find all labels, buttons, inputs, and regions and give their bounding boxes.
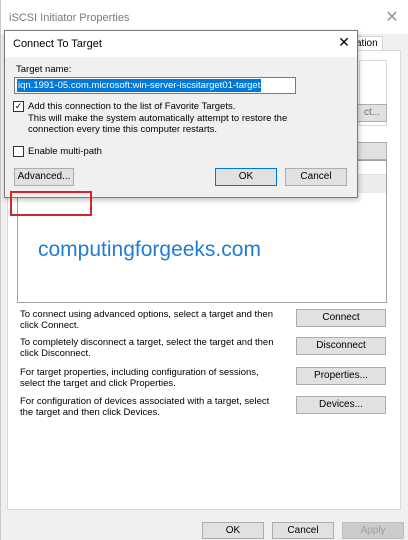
apply-button: Apply (342, 522, 404, 539)
connect-button[interactable]: Connect (296, 309, 386, 327)
advanced-highlight-box (10, 191, 92, 216)
favorite-targets-label: Add this connection to the list of Favor… (28, 101, 236, 112)
devices-description: For configuration of devices associated … (20, 396, 270, 418)
devices-button[interactable]: Devices... (296, 396, 386, 414)
watermark-text: computingforgeeks.com (38, 238, 261, 261)
multipath-checkbox[interactable] (13, 146, 24, 157)
ok-button[interactable]: OK (202, 522, 264, 539)
connect-to-target-dialog: Connect To Target ✕ Target name: iqn.199… (4, 30, 358, 216)
dialog-ok-button[interactable]: OK (215, 168, 277, 186)
cancel-button[interactable]: Cancel (272, 522, 334, 539)
quick-connect-button-partial[interactable]: ct... (357, 104, 387, 122)
advanced-button[interactable]: Advanced... (14, 168, 74, 186)
target-name-label: Target name: (16, 64, 72, 75)
multipath-label: Enable multi-path (28, 146, 102, 157)
parent-window-title: iSCSI Initiator Properties (9, 12, 130, 24)
favorite-targets-description: This will make the system automatically … (28, 113, 288, 135)
properties-description: For target properties, including configu… (20, 367, 259, 389)
disconnect-button[interactable]: Disconnect (296, 337, 386, 355)
target-name-value: iqn.1991-05.com.microsoft:win-server-isc… (17, 79, 262, 92)
dialog-close-icon[interactable]: ✕ (335, 34, 353, 50)
favorite-targets-checkbox[interactable]: ✓ (13, 101, 24, 112)
disconnect-description: To completely disconnect a target, selec… (20, 337, 274, 359)
target-name-input[interactable]: iqn.1991-05.com.microsoft:win-server-isc… (14, 77, 296, 94)
dialog-cancel-button[interactable]: Cancel (285, 168, 347, 186)
dialog-title: Connect To Target (13, 38, 102, 50)
parent-title-bar: iSCSI Initiator Properties ✕ (1, 0, 408, 34)
connect-description: To connect using advanced options, selec… (20, 309, 273, 331)
dialog-body: Target name: iqn.1991-05.com.microsoft:w… (5, 57, 357, 216)
refresh-button-partial[interactable] (357, 142, 387, 160)
parent-close-icon[interactable]: ✕ (377, 6, 407, 30)
properties-button[interactable]: Properties... (296, 367, 386, 385)
